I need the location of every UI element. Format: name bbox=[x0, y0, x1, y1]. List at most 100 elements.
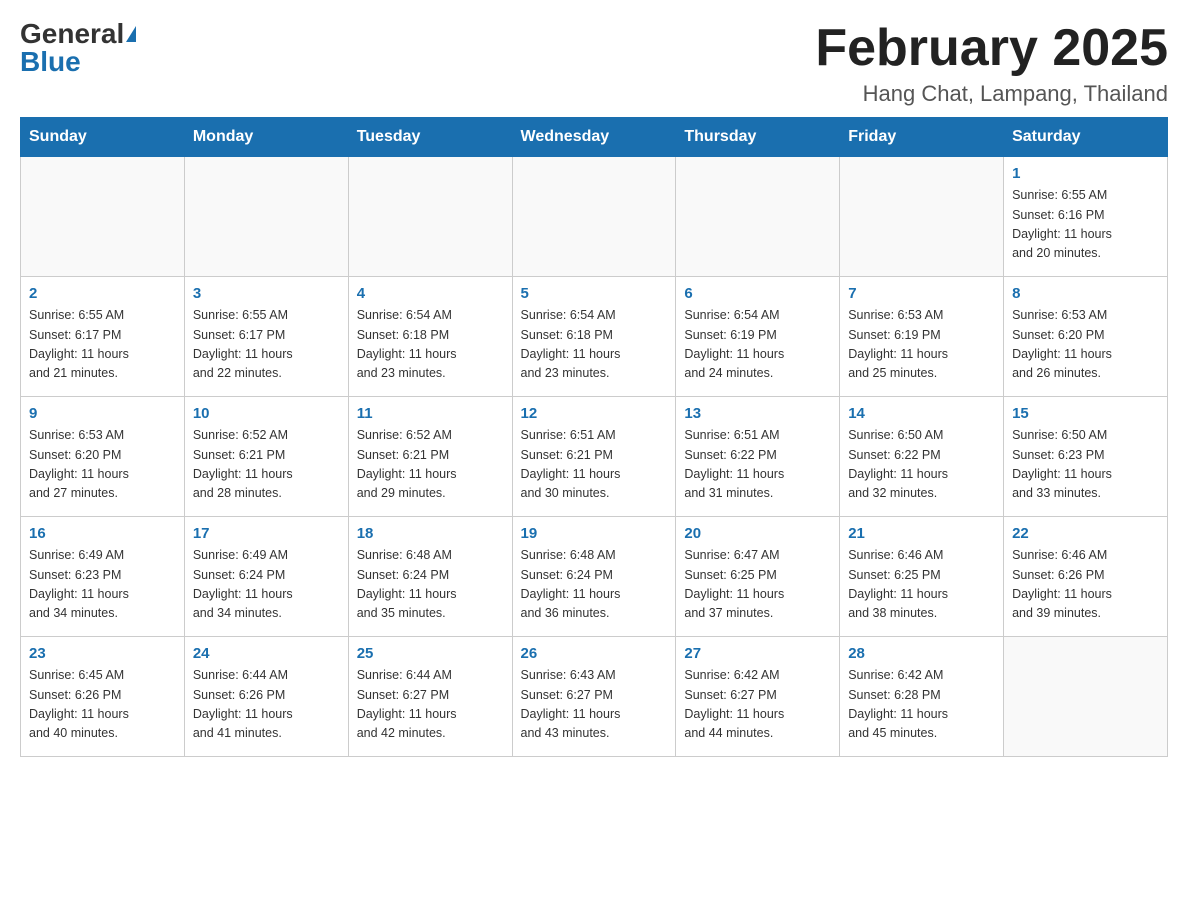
calendar-cell: 14Sunrise: 6:50 AM Sunset: 6:22 PM Dayli… bbox=[840, 397, 1004, 517]
day-info: Sunrise: 6:51 AM Sunset: 6:22 PM Dayligh… bbox=[684, 426, 831, 504]
day-number: 16 bbox=[29, 525, 176, 542]
logo-general-text: General bbox=[20, 20, 124, 48]
day-info: Sunrise: 6:46 AM Sunset: 6:25 PM Dayligh… bbox=[848, 546, 995, 624]
calendar-cell bbox=[184, 157, 348, 277]
day-number: 3 bbox=[193, 285, 340, 302]
day-number: 6 bbox=[684, 285, 831, 302]
day-number: 9 bbox=[29, 405, 176, 422]
weekday-header-row: SundayMondayTuesdayWednesdayThursdayFrid… bbox=[21, 118, 1168, 157]
day-number: 17 bbox=[193, 525, 340, 542]
calendar-table: SundayMondayTuesdayWednesdayThursdayFrid… bbox=[20, 117, 1168, 757]
day-info: Sunrise: 6:55 AM Sunset: 6:17 PM Dayligh… bbox=[193, 306, 340, 384]
calendar-cell: 3 Sunrise: 6:55 AM Sunset: 6:17 PM Daylig… bbox=[184, 277, 348, 397]
weekday-header-friday: Friday bbox=[840, 118, 1004, 157]
logo-blue-text: Blue bbox=[20, 48, 81, 76]
day-info: Sunrise: 6:55 AM Sunset: 6:17 PM Dayligh… bbox=[29, 306, 176, 384]
calendar-cell bbox=[840, 157, 1004, 277]
calendar-cell: 2 Sunrise: 6:55 AM Sunset: 6:17 PM Daylig… bbox=[21, 277, 185, 397]
calendar-cell: 26 Sunrise: 6:43 AM Sunset: 6:27 PM Dayli… bbox=[512, 637, 676, 757]
calendar-cell: 1 Sunrise: 6:55 AM Sunset: 6:16 PM Daylig… bbox=[1004, 157, 1168, 277]
calendar-cell bbox=[1004, 637, 1168, 757]
calendar-cell: 16 Sunrise: 6:49 AM Sunset: 6:23 PM Dayli… bbox=[21, 517, 185, 637]
calendar-cell: 5 Sunrise: 6:54 AM Sunset: 6:18 PM Daylig… bbox=[512, 277, 676, 397]
day-info: Sunrise: 6:53 AM Sunset: 6:20 PM Dayligh… bbox=[29, 426, 176, 504]
calendar-cell: 17Sunrise: 6:49 AM Sunset: 6:24 PM Dayli… bbox=[184, 517, 348, 637]
day-info: Sunrise: 6:54 AM Sunset: 6:18 PM Dayligh… bbox=[357, 306, 504, 384]
day-info: Sunrise: 6:48 AM Sunset: 6:24 PM Dayligh… bbox=[521, 546, 668, 624]
day-number: 8 bbox=[1012, 285, 1159, 302]
day-number: 7 bbox=[848, 285, 995, 302]
day-info: Sunrise: 6:53 AM Sunset: 6:19 PM Dayligh… bbox=[848, 306, 995, 384]
calendar-cell: 24 Sunrise: 6:44 AM Sunset: 6:26 PM Dayli… bbox=[184, 637, 348, 757]
day-info: Sunrise: 6:42 AM Sunset: 6:28 PM Dayligh… bbox=[848, 666, 995, 744]
day-info: Sunrise: 6:44 AM Sunset: 6:27 PM Dayligh… bbox=[357, 666, 504, 744]
calendar-cell: 15 Sunrise: 6:50 AM Sunset: 6:23 PM Dayli… bbox=[1004, 397, 1168, 517]
day-info: Sunrise: 6:53 AM Sunset: 6:20 PM Dayligh… bbox=[1012, 306, 1159, 384]
calendar-cell bbox=[348, 157, 512, 277]
day-info: Sunrise: 6:55 AM Sunset: 6:16 PM Dayligh… bbox=[1012, 186, 1159, 264]
day-info: Sunrise: 6:49 AM Sunset: 6:23 PM Dayligh… bbox=[29, 546, 176, 624]
calendar-cell: 18 Sunrise: 6:48 AM Sunset: 6:24 PM Dayli… bbox=[348, 517, 512, 637]
day-number: 12 bbox=[521, 405, 668, 422]
day-info: Sunrise: 6:54 AM Sunset: 6:18 PM Dayligh… bbox=[521, 306, 668, 384]
calendar-cell: 8 Sunrise: 6:53 AM Sunset: 6:20 PM Daylig… bbox=[1004, 277, 1168, 397]
day-info: Sunrise: 6:50 AM Sunset: 6:23 PM Dayligh… bbox=[1012, 426, 1159, 504]
calendar-cell: 11 Sunrise: 6:52 AM Sunset: 6:21 PM Dayli… bbox=[348, 397, 512, 517]
day-info: Sunrise: 6:43 AM Sunset: 6:27 PM Dayligh… bbox=[521, 666, 668, 744]
day-number: 4 bbox=[357, 285, 504, 302]
day-number: 27 bbox=[684, 645, 831, 662]
day-info: Sunrise: 6:52 AM Sunset: 6:21 PM Dayligh… bbox=[357, 426, 504, 504]
calendar-cell bbox=[676, 157, 840, 277]
calendar-cell: 4 Sunrise: 6:54 AM Sunset: 6:18 PM Daylig… bbox=[348, 277, 512, 397]
day-number: 11 bbox=[357, 405, 504, 422]
day-info: Sunrise: 6:44 AM Sunset: 6:26 PM Dayligh… bbox=[193, 666, 340, 744]
calendar-cell: 27 Sunrise: 6:42 AM Sunset: 6:27 PM Dayli… bbox=[676, 637, 840, 757]
calendar-cell: 22Sunrise: 6:46 AM Sunset: 6:26 PM Dayli… bbox=[1004, 517, 1168, 637]
day-number: 2 bbox=[29, 285, 176, 302]
day-number: 19 bbox=[521, 525, 668, 542]
calendar-cell bbox=[512, 157, 676, 277]
calendar-cell: 23Sunrise: 6:45 AM Sunset: 6:26 PM Dayli… bbox=[21, 637, 185, 757]
day-info: Sunrise: 6:50 AM Sunset: 6:22 PM Dayligh… bbox=[848, 426, 995, 504]
day-number: 5 bbox=[521, 285, 668, 302]
day-number: 23 bbox=[29, 645, 176, 662]
day-info: Sunrise: 6:48 AM Sunset: 6:24 PM Dayligh… bbox=[357, 546, 504, 624]
weekday-header-thursday: Thursday bbox=[676, 118, 840, 157]
title-block: February 2025 Hang Chat, Lampang, Thaila… bbox=[815, 20, 1168, 107]
day-number: 1 bbox=[1012, 165, 1159, 182]
day-number: 20 bbox=[684, 525, 831, 542]
calendar-cell: 28Sunrise: 6:42 AM Sunset: 6:28 PM Dayli… bbox=[840, 637, 1004, 757]
day-info: Sunrise: 6:52 AM Sunset: 6:21 PM Dayligh… bbox=[193, 426, 340, 504]
calendar-week-row: 23Sunrise: 6:45 AM Sunset: 6:26 PM Dayli… bbox=[21, 637, 1168, 757]
calendar-cell: 25 Sunrise: 6:44 AM Sunset: 6:27 PM Dayli… bbox=[348, 637, 512, 757]
calendar-cell bbox=[21, 157, 185, 277]
calendar-week-row: 9 Sunrise: 6:53 AM Sunset: 6:20 PM Daylig… bbox=[21, 397, 1168, 517]
calendar-cell: 13 Sunrise: 6:51 AM Sunset: 6:22 PM Dayli… bbox=[676, 397, 840, 517]
calendar-week-row: 1 Sunrise: 6:55 AM Sunset: 6:16 PM Daylig… bbox=[21, 157, 1168, 277]
day-number: 18 bbox=[357, 525, 504, 542]
weekday-header-sunday: Sunday bbox=[21, 118, 185, 157]
calendar-cell: 6 Sunrise: 6:54 AM Sunset: 6:19 PM Daylig… bbox=[676, 277, 840, 397]
day-number: 26 bbox=[521, 645, 668, 662]
day-number: 25 bbox=[357, 645, 504, 662]
day-number: 15 bbox=[1012, 405, 1159, 422]
logo-triangle-icon bbox=[126, 26, 136, 42]
calendar-cell: 20 Sunrise: 6:47 AM Sunset: 6:25 PM Dayli… bbox=[676, 517, 840, 637]
day-info: Sunrise: 6:47 AM Sunset: 6:25 PM Dayligh… bbox=[684, 546, 831, 624]
month-title: February 2025 bbox=[815, 20, 1168, 77]
day-info: Sunrise: 6:51 AM Sunset: 6:21 PM Dayligh… bbox=[521, 426, 668, 504]
day-number: 13 bbox=[684, 405, 831, 422]
calendar-cell: 21Sunrise: 6:46 AM Sunset: 6:25 PM Dayli… bbox=[840, 517, 1004, 637]
weekday-header-saturday: Saturday bbox=[1004, 118, 1168, 157]
calendar-cell: 9 Sunrise: 6:53 AM Sunset: 6:20 PM Daylig… bbox=[21, 397, 185, 517]
day-number: 24 bbox=[193, 645, 340, 662]
calendar-cell: 19 Sunrise: 6:48 AM Sunset: 6:24 PM Dayli… bbox=[512, 517, 676, 637]
page-header: General Blue February 2025 Hang Chat, La… bbox=[20, 20, 1168, 107]
location-title: Hang Chat, Lampang, Thailand bbox=[815, 81, 1168, 107]
day-info: Sunrise: 6:42 AM Sunset: 6:27 PM Dayligh… bbox=[684, 666, 831, 744]
day-number: 10 bbox=[193, 405, 340, 422]
logo: General Blue bbox=[20, 20, 136, 76]
calendar-cell: 12 Sunrise: 6:51 AM Sunset: 6:21 PM Dayli… bbox=[512, 397, 676, 517]
day-info: Sunrise: 6:54 AM Sunset: 6:19 PM Dayligh… bbox=[684, 306, 831, 384]
day-number: 22 bbox=[1012, 525, 1159, 542]
